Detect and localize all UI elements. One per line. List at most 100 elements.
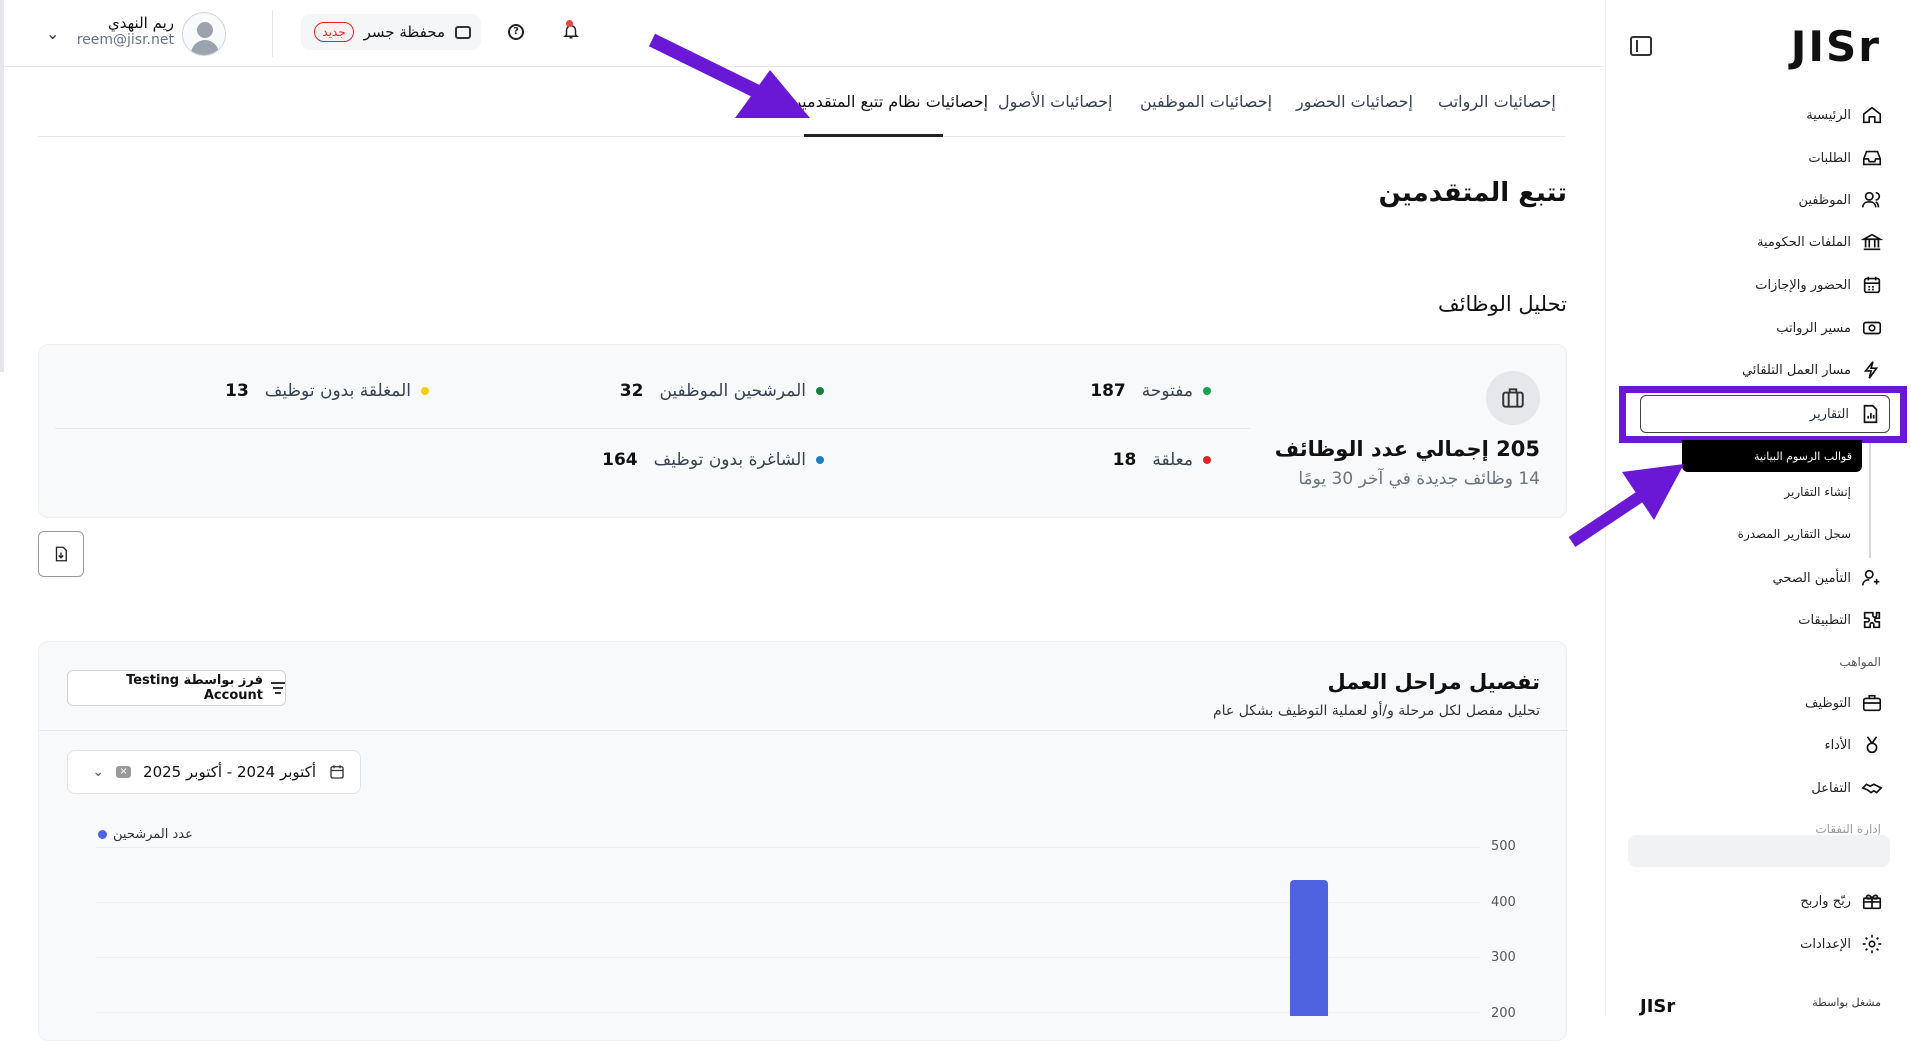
bank-icon [1861,233,1883,251]
handshake-icon [1861,783,1883,794]
total-jobs-label: 205 إجمالي عدد الوظائف [1274,437,1540,461]
wallet-label: محفظة جسر [363,23,445,41]
notifications-bell-icon[interactable] [562,20,579,40]
download-button[interactable] [38,531,84,577]
sidebar-item-reports[interactable]: التقارير [1640,395,1890,433]
gridline-400 [95,902,1480,903]
new-badge: جديد [314,22,354,42]
page-title: تتبع المتقدمين [1378,178,1567,208]
download-icon [55,546,67,562]
filter-icon [271,682,285,694]
jisr-logo[interactable]: JISr [1791,22,1881,71]
left-frame-border [0,0,4,372]
card-divider [55,428,1250,429]
sidebar-item-refer[interactable]: ربّح واربح [1800,890,1883,912]
briefcase-icon [1862,694,1882,712]
tab-payroll-stats[interactable]: إحصائيات الرواتب [1438,92,1556,111]
tab-attendance-stats[interactable]: إحصائيات الحضور [1296,92,1413,111]
money-icon [1862,321,1882,335]
gear-icon [1862,934,1882,954]
sidebar-item-engagement[interactable]: التفاعل [1811,777,1883,799]
sidebar-subitem-create-reports[interactable]: إنشاء التقارير [1784,485,1851,499]
chart-bar[interactable] [1290,880,1328,1016]
calendar-icon [1863,276,1881,294]
sidebar-item-settings[interactable]: الإعدادات [1800,933,1883,955]
stat-closed-no-hire: المغلقة بدون توظيف 13 [225,381,429,401]
sidebar-item-apps[interactable]: التطبيقات [1798,609,1883,631]
pipeline-header-divider [39,730,1568,731]
status-dot [1203,456,1211,464]
stat-hired-candidates: المرشحين الموظفين 32 [620,381,824,401]
sidebar-item-recruitment[interactable]: التوظيف [1805,692,1883,714]
subnav-line [1869,443,1871,558]
notification-dot [566,20,573,27]
gridline-500 [95,847,1480,848]
help-icon[interactable]: ? [508,24,524,40]
sidebar-item-employees[interactable]: الموظفين [1798,189,1883,211]
user-info[interactable]: ريم النهدي reem@jisr.net [72,14,174,48]
y-tick-300: 300 [1491,950,1516,965]
sidebar-item-attendance[interactable]: الحضور والإجازات [1755,274,1883,296]
powered-by-logo: JISr [1640,996,1676,1017]
tab-assets-stats[interactable]: إحصائيات الأصول [998,92,1112,111]
inbox-icon [1862,150,1882,166]
chart-legend: عدد المرشحين [98,827,193,842]
status-dot [816,456,824,464]
arrow-annotation-sidebar [1568,464,1684,547]
automation-icon [1863,361,1879,379]
powered-by-label: مشغل بواسطة [1812,996,1881,1009]
tabs-underline [38,136,1566,137]
tab-employee-stats[interactable]: إحصائيات الموظفين [1140,92,1272,111]
arrow-annotation-tab [648,33,810,118]
legend-label: عدد المرشحين [113,827,193,842]
medal-icon [1866,736,1878,754]
sidebar-collapse-icon[interactable] [1630,36,1652,56]
health-icon [1862,569,1880,586]
header-divider [272,10,273,57]
wallet-icon [455,25,471,39]
sidebar-item-payroll[interactable]: مسير الرواتب [1776,317,1883,339]
briefcase-icon [1486,371,1540,425]
sidebar-item-performance[interactable]: الأداء [1824,734,1883,756]
jobs-analysis-card: 205 إجمالي عدد الوظائف 14 وظائف جديدة في… [38,344,1567,518]
gridline-200 [95,1012,1480,1013]
calendar-icon [330,765,344,779]
pipeline-subtitle: تحليل مفصل لكل مرحلة و/أو لعملية التوظيف… [1212,703,1540,719]
sidebar-subitem-export-log[interactable]: سجل التقارير المصدرة [1738,527,1851,541]
sidebar-item-health[interactable]: التأمين الصحي [1773,567,1883,589]
sidebar-item-home[interactable]: الرئيسية [1806,104,1883,126]
chevron-down-icon[interactable]: ⌄ [92,764,104,780]
stat-open: مفتوحة 187 [1090,381,1211,401]
user-email: reem@jisr.net [76,32,174,48]
status-dot [1203,387,1211,395]
stat-vacant-no-hire: الشاغرة بدون توظيف 164 [602,450,824,470]
legend-dot [98,830,107,839]
stat-on-hold: معلقة 18 [1113,450,1211,470]
spend-placeholder-bar[interactable] [1628,835,1890,867]
y-tick-400: 400 [1491,895,1516,910]
status-dot [816,387,824,395]
report-icon [1863,404,1878,424]
active-tab-indicator [804,134,943,137]
puzzle-icon [1863,611,1881,629]
gridline-300 [95,957,1480,958]
home-icon [1862,106,1882,124]
sidebar-subitem-chart-templates[interactable]: قوالب الرسوم البيانية [1682,440,1862,472]
user-menu-chevron-icon[interactable]: ⌄ [46,24,59,43]
user-name: ريم النهدي [108,14,174,32]
gift-icon [1862,894,1882,910]
sidebar-item-requests[interactable]: الطلبات [1808,147,1883,169]
date-range-picker[interactable]: أكتوبر 2024 - أكتوبر 2025 × ⌄ [67,750,361,794]
users-icon [1862,191,1881,208]
sidebar-item-workflow[interactable]: مسار العمل التلقائي [1742,359,1883,381]
clear-date-icon[interactable]: × [116,766,132,778]
sort-by-button[interactable]: فرز بواسطة Testing Account [67,670,286,706]
sidebar-item-gov-files[interactable]: الملفات الحكومية [1757,231,1883,253]
wallet-button[interactable]: محفظة جسر جديد [301,14,481,50]
new-jobs-subtitle: 14 وظائف جديدة في آخر 30 يومًا [1298,469,1540,489]
sidebar-section-talent: المواهب [1839,655,1881,669]
pipeline-card: تفصيل مراحل العمل تحليل مفصل لكل مرحلة و… [38,641,1568,1041]
status-dot [421,387,429,395]
y-tick-200: 200 [1491,1006,1516,1021]
avatar[interactable] [182,12,226,56]
